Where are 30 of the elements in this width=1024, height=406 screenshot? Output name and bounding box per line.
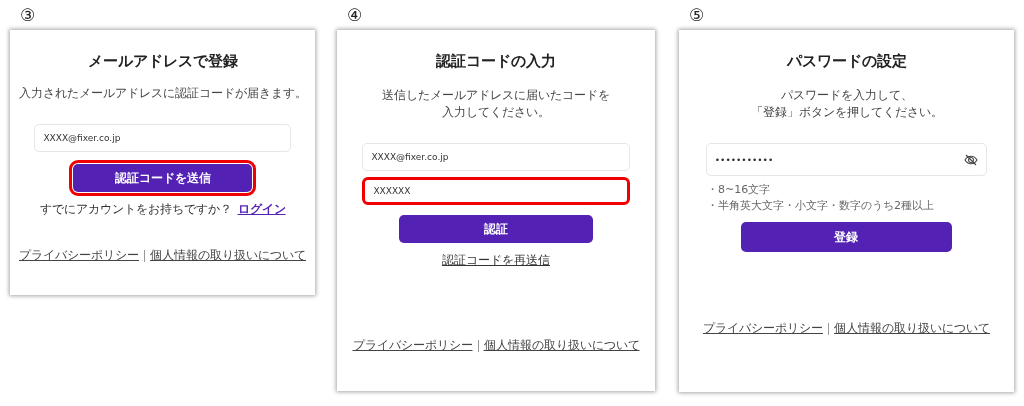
form-description: 入力されたメールアドレスに認証コードが届きます。 xyxy=(18,85,307,102)
input-field[interactable]: XXXX@fixer.co.jp xyxy=(362,143,630,171)
login-link[interactable]: ログイン xyxy=(237,202,286,217)
password-hint: ・半角英大文字・小文字・数字のうち2種以上 xyxy=(707,198,935,214)
footer-link[interactable]: 個人情報の取り扱いについて xyxy=(834,321,990,336)
submit-button[interactable]: 認証 xyxy=(399,215,593,243)
form-title: メールアドレスで登録 xyxy=(87,52,238,71)
password-hint: ・8~16文字 xyxy=(707,182,772,198)
form-description: パスワードを入力して、 xyxy=(779,87,914,104)
form-title: 認証コードの入力 xyxy=(436,52,556,71)
input-field[interactable]: XXXX@fixer.co.jp xyxy=(34,124,291,152)
step-number: ③ xyxy=(19,4,36,26)
form-description: 入力してください。 xyxy=(441,104,551,121)
step-number: ④ xyxy=(346,4,363,26)
submit-button[interactable]: 登録 xyxy=(740,222,952,252)
form-description: 送信したメールアドレスに届いたコードを xyxy=(382,87,610,104)
step-number: ⑤ xyxy=(688,4,705,26)
form-description: 「登録」ボタンを押してください。 xyxy=(750,104,943,121)
eye-slash-icon[interactable] xyxy=(964,153,979,166)
password-value: ••••••••••• xyxy=(714,154,774,165)
footer-link[interactable]: プライバシーポリシー xyxy=(19,248,139,263)
password-field[interactable]: ••••••••••• xyxy=(705,143,988,176)
resend-link[interactable]: 認証コードを再送信 xyxy=(442,253,550,268)
form-title: パスワードの設定 xyxy=(786,52,907,71)
footer-link[interactable]: 個人情報の取り扱いについて xyxy=(150,248,306,263)
account-prompt: すでにアカウントをお持ちですか？ xyxy=(39,202,232,217)
footer-link[interactable]: 個人情報の取り扱いについて xyxy=(483,338,640,353)
input-field[interactable]: XXXXXX xyxy=(362,177,630,205)
footer-link[interactable]: プライバシーポリシー xyxy=(703,321,823,336)
footer-link[interactable]: プライバシーポリシー xyxy=(352,338,473,353)
